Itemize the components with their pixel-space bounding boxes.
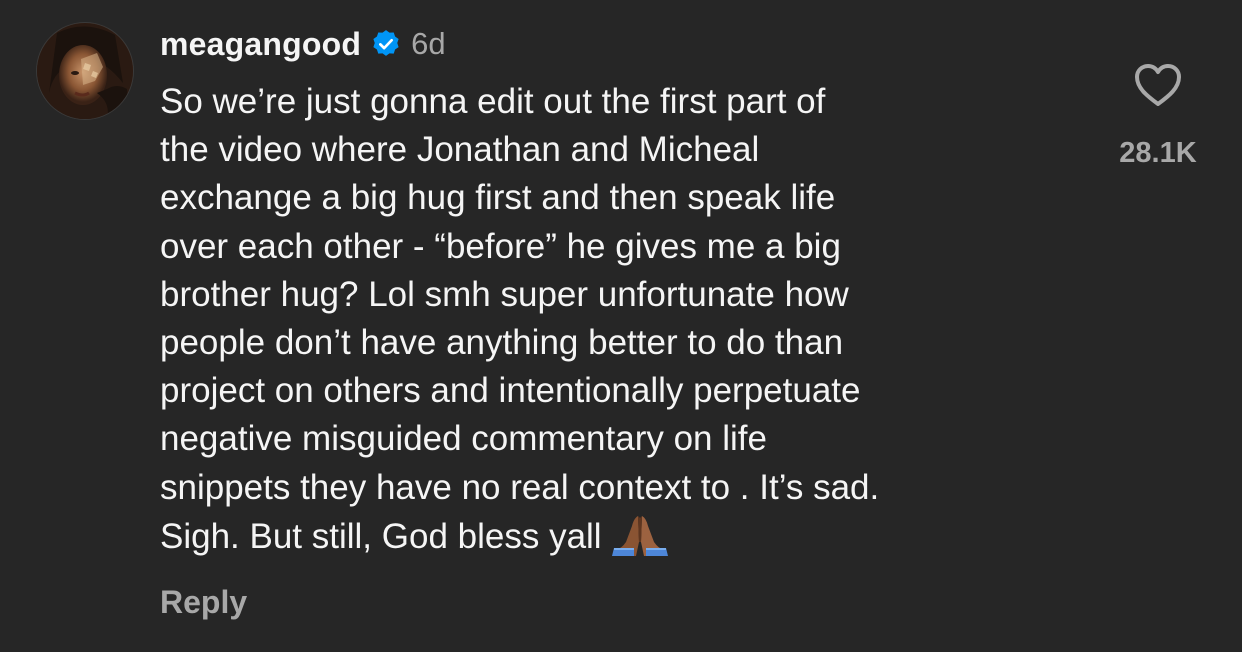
heart-icon[interactable] <box>1133 62 1183 108</box>
comment-text-line: brother hug? Lol smh super unfortunate h… <box>160 274 849 314</box>
comment-text-line: negative misguided commentary on life <box>160 419 767 459</box>
comment-text-line: So we’re just gonna edit out the first p… <box>160 82 826 121</box>
like-count: 28.1K <box>1119 137 1197 169</box>
folded-hands-emoji-icon <box>611 515 668 556</box>
comment-text-line: exchange a big hug first and then speak … <box>160 178 836 218</box>
comment-header: meagangood 6d <box>160 24 446 64</box>
comment-text-line: people don’t have anything better to do … <box>160 323 844 363</box>
comment-text-line: snippets they have no real context to . … <box>160 467 880 507</box>
like-area: 28.1K <box>1108 62 1208 170</box>
comment-text-line: the video where Jonathan and Micheal <box>160 130 760 170</box>
verified-badge-icon <box>373 30 399 56</box>
comment-time: 6d <box>411 26 446 61</box>
username[interactable]: meagangood <box>160 26 361 63</box>
avatar[interactable] <box>37 23 133 119</box>
comment-text-line: project on others and intentionally perp… <box>160 371 861 411</box>
reply-button[interactable]: Reply <box>160 584 247 621</box>
avatar-image <box>37 23 133 119</box>
comment-text-line: over each other - “before” he gives me a… <box>160 226 841 266</box>
comment-text: So we’re just gonna edit out the first p… <box>160 78 1090 561</box>
comment: meagangood 6d So we’re just gonna edit o… <box>0 0 1242 652</box>
comment-text-line: Sigh. But still, God bless yall <box>160 516 602 556</box>
comment-text-line-last: Sigh. But still, God bless yall <box>160 512 1090 561</box>
